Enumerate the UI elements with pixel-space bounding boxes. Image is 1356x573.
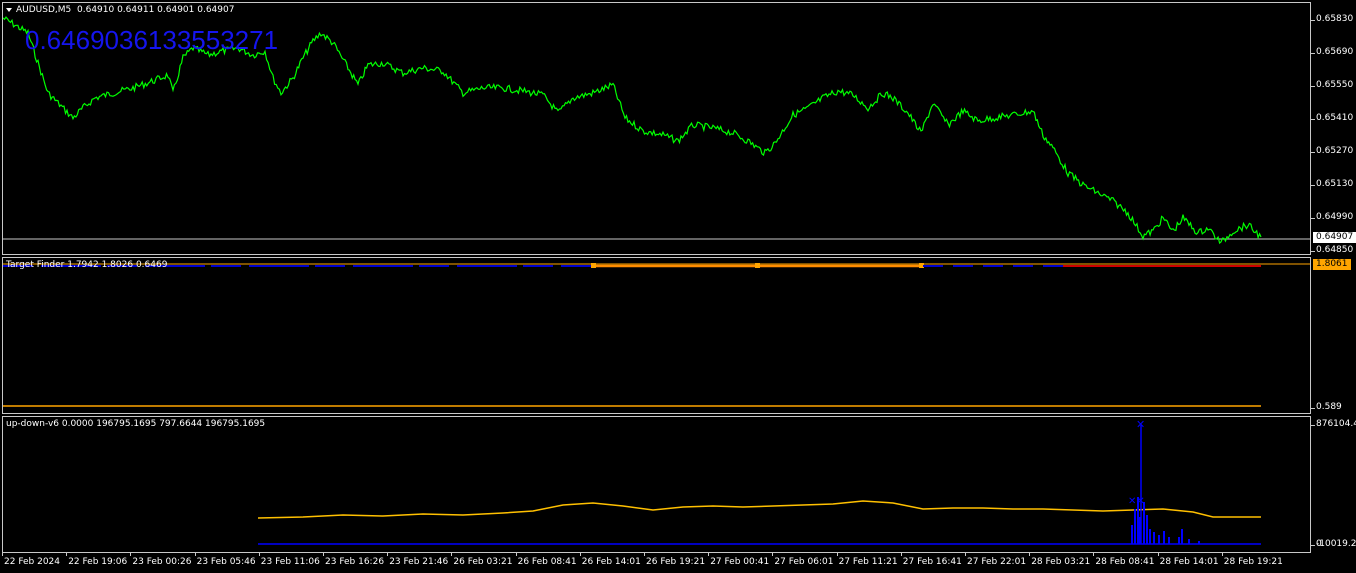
time-tick-label: 28 Feb 03:21 bbox=[1031, 557, 1091, 567]
time-tick bbox=[1221, 553, 1223, 556]
time-tick-label: 23 Feb 00:26 bbox=[132, 557, 192, 567]
target-finder-value-box: 1.8061 bbox=[1313, 259, 1351, 270]
spike-marker-icon: ✕ bbox=[1136, 418, 1145, 431]
time-tick-label: 26 Feb 03:21 bbox=[453, 557, 513, 567]
axis-tick bbox=[1311, 218, 1315, 219]
time-tick-label: 23 Feb 16:26 bbox=[325, 557, 385, 567]
time-tick-label: 27 Feb 00:41 bbox=[710, 557, 770, 567]
time-tick-label: 26 Feb 19:21 bbox=[646, 557, 706, 567]
time-tick-label: 27 Feb 06:01 bbox=[774, 557, 834, 567]
axis-tick bbox=[1311, 251, 1315, 252]
price-tick-label: 0.65410 bbox=[1316, 113, 1354, 123]
time-tick-label: 22 Feb 19:06 bbox=[68, 557, 128, 567]
target-finder-header: Target Finder 1.7942 1.8026 0.6469 bbox=[6, 260, 168, 270]
time-tick-label: 27 Feb 22:01 bbox=[967, 557, 1027, 567]
axis-tick bbox=[1311, 425, 1315, 426]
histogram-bar bbox=[1131, 525, 1133, 544]
time-tick-label: 27 Feb 16:41 bbox=[902, 557, 962, 567]
time-tick-label: 27 Feb 11:21 bbox=[838, 557, 898, 567]
time-tick bbox=[515, 553, 517, 556]
time-tick bbox=[258, 553, 260, 556]
price-tick-label: 0.65830 bbox=[1316, 14, 1354, 24]
updown-top-label: 876104.42 bbox=[1316, 419, 1356, 429]
time-tick-label: 22 Feb 2024 bbox=[4, 557, 61, 567]
price-tick-label: 0.64990 bbox=[1316, 212, 1354, 222]
histogram-bar bbox=[1163, 531, 1165, 544]
time-tick-label: 28 Feb 14:01 bbox=[1159, 557, 1219, 567]
histogram-bar bbox=[1146, 515, 1148, 544]
time-tick bbox=[900, 553, 902, 556]
time-tick bbox=[1093, 553, 1095, 556]
time-tick bbox=[772, 553, 774, 556]
time-tick-label: 28 Feb 19:21 bbox=[1223, 557, 1283, 567]
time-tick bbox=[130, 553, 132, 556]
updown-line bbox=[257, 500, 1261, 519]
bid-price-box: 0.64907 bbox=[1313, 232, 1356, 243]
time-tick bbox=[1029, 553, 1031, 556]
histogram-bar bbox=[1178, 537, 1180, 544]
time-tick bbox=[836, 553, 838, 556]
axis-tick bbox=[1311, 20, 1315, 21]
price-tick-label: 0.65130 bbox=[1316, 179, 1354, 189]
ohlc-values: 0.64910 0.64911 0.64901 0.64907 bbox=[77, 5, 235, 15]
time-tick-label: 28 Feb 08:41 bbox=[1095, 557, 1155, 567]
time-tick bbox=[1157, 553, 1159, 556]
time-tick bbox=[451, 553, 453, 556]
axis-tick bbox=[1311, 119, 1315, 120]
time-tick-label: 23 Feb 21:46 bbox=[389, 557, 449, 567]
time-tick-label: 26 Feb 14:01 bbox=[581, 557, 641, 567]
axis-tick bbox=[1311, 185, 1315, 186]
target-finder-pane[interactable]: Target Finder 1.7942 1.8026 0.6469 bbox=[2, 257, 1311, 414]
price-tick-label: 0.64850 bbox=[1316, 245, 1354, 255]
updown-header: up-down-v6 0.0000 196795.1695 797.6644 1… bbox=[6, 419, 266, 429]
symbol-label: AUDUSD,M5 bbox=[16, 5, 72, 15]
updown-bottom-overlap-label: 0 bbox=[1316, 539, 1322, 549]
histogram-bar bbox=[1168, 537, 1170, 544]
histogram-bar bbox=[1188, 539, 1190, 544]
axis-tick bbox=[1311, 53, 1315, 54]
time-tick bbox=[708, 553, 710, 556]
time-tick bbox=[2, 553, 3, 556]
target-finder-bottom-label: 0.589 bbox=[1316, 402, 1342, 412]
axis-tick bbox=[1311, 408, 1315, 409]
time-tick-label: 23 Feb 05:46 bbox=[196, 557, 256, 567]
time-tick bbox=[644, 553, 645, 556]
updown-plot: ✕ ✕✕ bbox=[257, 418, 1261, 545]
time-tick bbox=[387, 553, 389, 556]
axis-tick bbox=[1311, 86, 1315, 87]
target-marker-2 bbox=[755, 263, 760, 268]
histogram-bar bbox=[1158, 535, 1160, 544]
axis-tick bbox=[1311, 152, 1315, 153]
target-marker-1 bbox=[591, 263, 596, 268]
histogram-bar bbox=[1181, 529, 1183, 544]
updown-pane[interactable]: ✕ ✕✕ up-down-v6 0.0000 196795.1695 797.6… bbox=[2, 416, 1311, 553]
indicator-value-text: 0.6469036133553271 bbox=[25, 25, 279, 55]
time-tick bbox=[965, 553, 966, 556]
main-chart-pane[interactable]: AUDUSD,M5 0.64910 0.64911 0.64901 0.6490… bbox=[2, 2, 1311, 255]
time-tick bbox=[323, 553, 324, 556]
time-tick bbox=[579, 553, 581, 556]
time-tick bbox=[66, 553, 68, 556]
price-tick-label: 0.65550 bbox=[1316, 80, 1354, 90]
histogram-bar bbox=[1153, 532, 1155, 544]
histogram-bar bbox=[1198, 541, 1200, 544]
dropdown-triangle-icon[interactable] bbox=[6, 7, 12, 12]
updown-bottom-label: -10019.25 bbox=[1316, 539, 1356, 549]
histogram-bar bbox=[1143, 502, 1145, 544]
cluster-marker-icon: ✕✕ bbox=[1128, 496, 1145, 507]
histogram-bar bbox=[1134, 509, 1136, 544]
price-tick-label: 0.65270 bbox=[1316, 146, 1354, 156]
time-tick bbox=[194, 553, 196, 556]
histogram-bar bbox=[1149, 529, 1151, 544]
time-tick-label: 26 Feb 08:41 bbox=[517, 557, 577, 567]
time-axis[interactable]: 22 Feb 2024 22 Feb 19:06 23 Feb 00:26 23 Fe… bbox=[0, 553, 1311, 573]
axis-tick bbox=[1311, 545, 1315, 546]
time-tick-label: 23 Feb 11:06 bbox=[260, 557, 320, 567]
price-tick-label: 0.65690 bbox=[1316, 47, 1354, 57]
symbol-header: AUDUSD,M5 0.64910 0.64911 0.64901 0.6490… bbox=[6, 5, 234, 15]
price-axis[interactable]: 0.65830 0.65690 0.65550 0.65410 0.65270 0.651… bbox=[1311, 0, 1356, 553]
target-finder-plot bbox=[3, 263, 1310, 407]
